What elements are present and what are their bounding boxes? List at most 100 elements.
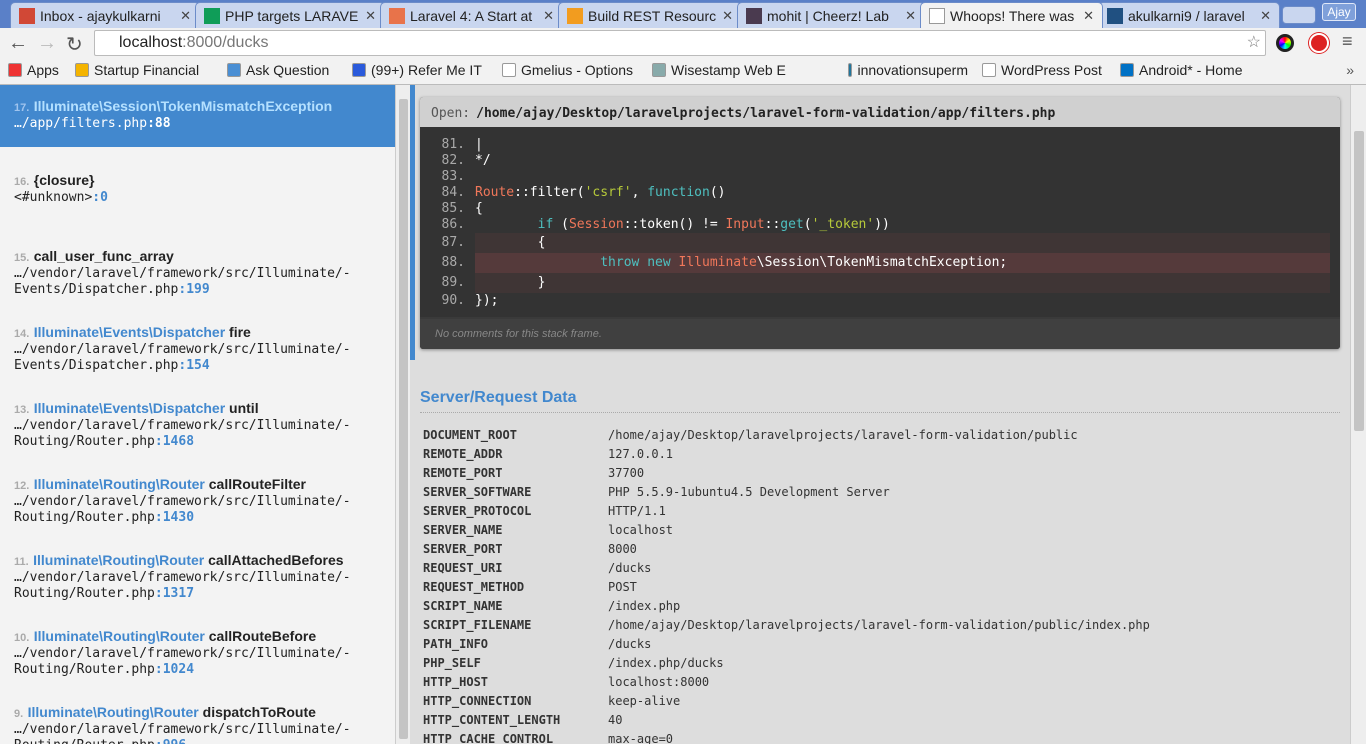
reload-icon[interactable]: ↻ [66, 32, 83, 57]
bookmark[interactable]: Startup Financial [75, 62, 199, 78]
tab[interactable]: PHP targets LARAVEL ✕ [195, 2, 385, 28]
bookmark-icon [1120, 63, 1134, 77]
bookmark-icon [227, 63, 241, 77]
page-scrollbar[interactable] [1350, 85, 1366, 744]
server-data-table: DOCUMENT_ROOT/home/ajay/Desktop/laravelp… [423, 426, 1150, 744]
gmail-icon [19, 7, 35, 24]
server-data-row: SCRIPT_FILENAME/home/ajay/Desktop/larave… [423, 618, 1150, 632]
stack-frame[interactable]: 15. call_user_func_array …/vendor/larave… [0, 235, 395, 311]
stack-frame[interactable]: 13. Illuminate\Events\Dispatcher until …… [0, 387, 395, 463]
tab[interactable]: mohit | Cheerz! Lab ✕ [737, 2, 925, 28]
extension-icon[interactable] [1276, 34, 1294, 52]
code-viewer: Open:/home/ajay/Desktop/laravelprojects/… [420, 97, 1340, 349]
code-line: 82. */ [420, 153, 1330, 169]
server-data-row: SCRIPT_NAME/index.php [423, 599, 681, 613]
stack-frame[interactable]: 11. Illuminate\Routing\Router callAttach… [0, 539, 395, 615]
code-line: 86. if (Session::token() != Input::get('… [420, 217, 1330, 233]
frame-comments: No comments for this stack frame. [420, 317, 1340, 349]
code-line: 81. | [420, 137, 1330, 153]
bookmark[interactable]: WordPress Post [982, 62, 1102, 78]
laravel-icon [389, 7, 405, 24]
bookmark[interactable]: (99+) Refer Me IT [352, 62, 482, 78]
code-line: 85.{ [420, 201, 1330, 217]
bookmark-icon [848, 63, 853, 77]
server-data-row: REMOTE_PORT 37700 [423, 466, 645, 480]
close-tab-icon[interactable]: ✕ [543, 8, 554, 24]
code-line: 87. { [420, 233, 1330, 253]
tab-strip: Inbox - ajaykulkarni ✕ PHP targets LARAVEL… [0, 0, 1366, 28]
server-data-row: PATH_INFO/ducks [423, 637, 652, 651]
code-line: 90.}); [420, 293, 1330, 309]
tab[interactable]: akulkarni9 / laravel ✕ [1098, 2, 1280, 28]
divider [420, 412, 1340, 413]
server-data-row: DOCUMENT_ROOT/home/ajay/Desktop/laravelp… [423, 428, 1078, 442]
close-tab-icon[interactable]: ✕ [905, 8, 916, 24]
forward-icon[interactable]: → [37, 32, 57, 55]
server-data-title: Server/Request Data [420, 389, 577, 406]
server-data-row: REQUEST_URI/ducks [423, 561, 652, 575]
left-scrollbar[interactable] [395, 85, 410, 744]
server-data-row: SERVER_SOFTWARE PHP 5.5.9-1ubuntu4.5 Deve… [423, 485, 890, 499]
bookmark-icon [652, 63, 666, 77]
profile-button[interactable]: Ajay [1322, 3, 1356, 21]
stack-frame[interactable]: 16. {closure} <#unknown>:0 [0, 159, 395, 235]
bookmark-icon [352, 63, 366, 77]
server-data-row: REQUEST_METHOD POST [423, 580, 637, 594]
code-line: 83. [420, 169, 1330, 185]
server-data-row: HTTP_CACHE_CONTROL max-age=0 [423, 732, 674, 744]
tab[interactable]: Whoops! There was an error✕ [920, 2, 1103, 28]
back-icon[interactable]: ← [8, 32, 28, 55]
browser-toolbar: ← → ↻ localhost:8000/ducks ☆ ≡ [0, 28, 1366, 58]
bookmark[interactable]: Gmelius - Options [502, 62, 633, 78]
address-bar[interactable]: localhost:8000/ducks ☆ [94, 30, 1266, 56]
stack-frame[interactable]: 10. Illuminate\Routing\Router callRouteB… [0, 615, 395, 691]
server-data-row: REMOTE_ADDR 127.0.0.1 [423, 447, 674, 461]
server-data-row: HTTP_CONTENT_LENGTH 40 [423, 713, 623, 727]
bookmark-icon [502, 63, 516, 77]
tab[interactable]: Inbox - ajaykulkarni ✕ [10, 2, 200, 28]
code-line: 84. Route::filter('csrf', function() [420, 185, 1330, 201]
code-line: 89. } [420, 273, 1330, 293]
bookmark[interactable]: innovationsuperm [848, 62, 968, 78]
stack-frame[interactable]: 17. Illuminate\Session\TokenMismatchExce… [0, 85, 395, 147]
server-data-row: PHP_SELF/index.php/ducks [423, 656, 724, 670]
server-data-row: SERVER_PROTOCOL HTTP/1.1 [423, 504, 666, 518]
stack-frames-panel: 17. Illuminate\Session\TokenMismatchExce… [0, 85, 395, 744]
adblock-icon[interactable] [1309, 33, 1329, 53]
close-tab-icon[interactable]: ✕ [1260, 8, 1271, 24]
server-data-row: SERVER_NAME localhost [423, 523, 674, 537]
bookmark[interactable]: Apps [8, 62, 59, 78]
new-tab-button[interactable] [1282, 6, 1316, 24]
server-data-row: SERVER_PORT 8000 [423, 542, 637, 556]
stack-frame[interactable]: 9. Illuminate\Routing\Router dispatchToR… [0, 691, 395, 744]
bookmark-icon [8, 63, 22, 77]
page-icon [929, 7, 945, 24]
server-data-row: HTTP_CONNECTION keep-alive [423, 694, 681, 708]
bookmark[interactable]: Wisestamp Web E [652, 62, 786, 78]
tab[interactable]: Build REST Resources✕ [558, 2, 742, 28]
open-file-bar[interactable]: Open:/home/ajay/Desktop/laravelprojects/… [420, 97, 1340, 127]
close-tab-icon[interactable]: ✕ [365, 8, 376, 24]
server-data-row: HTTP_HOST localhost:8000 [423, 675, 710, 689]
menu-icon[interactable]: ≡ [1342, 31, 1353, 52]
sheets-icon [204, 7, 220, 24]
code-lines: 81. | 82. */83. 84. Route::filter('csrf', fun… [420, 127, 1340, 309]
bookmark[interactable]: Android* - Home [1120, 62, 1243, 78]
bookmarks-bar: Apps Startup Financial Ask Question (99+) R… [0, 58, 1366, 85]
slack-icon [746, 7, 762, 24]
code-line: 88. throw new Illuminate\Session\TokenMi… [420, 253, 1330, 273]
sitepoint-icon [567, 7, 583, 24]
file-path[interactable]: /home/ajay/Desktop/laravelprojects/larav… [476, 106, 1055, 121]
bookmark[interactable]: Ask Question [227, 62, 329, 78]
details-panel: Open:/home/ajay/Desktop/laravelprojects/… [415, 85, 1350, 744]
close-tab-icon[interactable]: ✕ [722, 8, 733, 24]
stack-frame[interactable]: 12. Illuminate\Routing\Router callRouteF… [0, 463, 395, 539]
close-tab-icon[interactable]: ✕ [1083, 8, 1094, 24]
bitbucket-icon [1107, 7, 1123, 24]
tab[interactable]: Laravel 4: A Start at ✕ [380, 2, 563, 28]
stack-frame[interactable]: 14. Illuminate\Events\Dispatcher fire …/… [0, 311, 395, 387]
star-icon[interactable]: ☆ [1247, 31, 1261, 55]
bookmark-icon [75, 63, 89, 77]
close-tab-icon[interactable]: ✕ [180, 8, 191, 24]
bookmarks-more-button[interactable]: » [1346, 62, 1354, 78]
